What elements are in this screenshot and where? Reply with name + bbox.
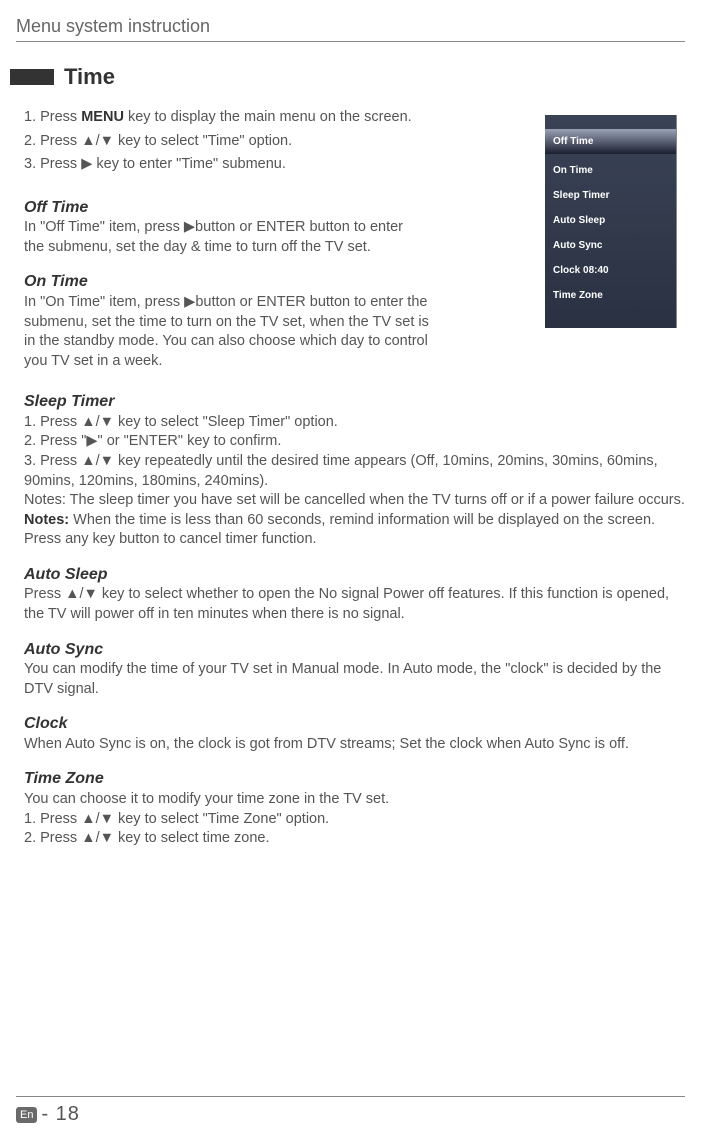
title-bar-icon <box>10 69 54 85</box>
auto-sync-heading: Auto Sync <box>24 639 685 661</box>
page-footer: En - 18 <box>16 1096 685 1126</box>
auto-sleep-heading: Auto Sleep <box>24 564 685 586</box>
time-zone-heading: Time Zone <box>24 768 685 790</box>
sleep-timer-line4: Notes: The sleep timer you have set will… <box>24 491 685 511</box>
menu-item-auto-sleep[interactable]: Auto Sleep <box>545 210 676 231</box>
sleep-timer-line1: 1. Press ▲/▼ key to select "Sleep Timer"… <box>24 413 685 433</box>
time-zone-line3: 2. Press ▲/▼ key to select time zone. <box>24 829 685 849</box>
notes-label: Notes: <box>24 512 69 528</box>
sleep-timer-heading: Sleep Timer <box>24 391 685 413</box>
time-zone-line1: You can choose it to modify your time zo… <box>24 790 685 810</box>
clock-body: When Auto Sync is on, the clock is got f… <box>24 735 685 755</box>
sleep-timer-line2: 2. Press "▶" or "ENTER" key to confirm. <box>24 432 685 452</box>
sleep-timer-line3: 3. Press ▲/▼ key repeatedly until the de… <box>24 452 685 491</box>
menu-item-sleep-timer[interactable]: Sleep Timer <box>545 185 676 206</box>
off-time-body: In "Off Time" item, press ▶button or ENT… <box>24 218 424 257</box>
on-time-body: In "On Time" item, press ▶button or ENTE… <box>24 293 444 371</box>
sleep-timer-line5: Notes: When the time is less than 60 sec… <box>24 511 685 550</box>
section-title: Time <box>64 64 115 90</box>
page-header: Menu system instruction <box>16 16 685 42</box>
menu-item-clock[interactable]: Clock 08:40 <box>545 260 676 281</box>
time-zone-line2: 1. Press ▲/▼ key to select "Time Zone" o… <box>24 810 685 830</box>
menu-item-time-zone[interactable]: Time Zone <box>545 285 676 306</box>
step1-prefix: 1. Press <box>24 109 81 125</box>
section-title-row: Time <box>10 64 685 90</box>
step1-suffix: key to display the main menu on the scre… <box>124 109 412 125</box>
page-number: - 18 <box>41 1103 79 1126</box>
menu-item-on-time[interactable]: On Time <box>545 160 676 181</box>
step1-menu-key: MENU <box>81 109 124 125</box>
auto-sync-body: You can modify the time of your TV set i… <box>24 660 685 699</box>
time-menu-panel: Off Time On Time Sleep Timer Auto Sleep … <box>545 115 677 328</box>
clock-heading: Clock <box>24 713 685 735</box>
menu-item-off-time[interactable]: Off Time <box>545 129 676 154</box>
auto-sleep-body: Press ▲/▼ key to select whether to open … <box>24 585 685 624</box>
lang-badge: En <box>16 1107 37 1123</box>
menu-item-auto-sync[interactable]: Auto Sync <box>545 235 676 256</box>
notes-body: When the time is less than 60 seconds, r… <box>24 512 655 548</box>
